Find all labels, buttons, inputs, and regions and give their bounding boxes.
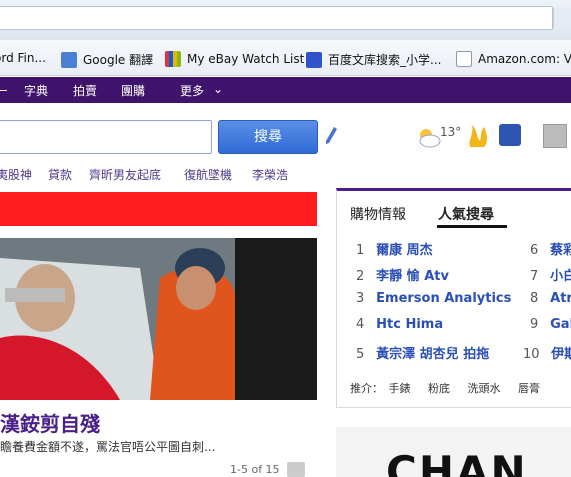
bookmark-google-translate[interactable]: Google 翻譯 xyxy=(61,51,153,68)
trend-link[interactable]: 齊昕男友起底 xyxy=(89,166,161,183)
rank-term: Gal xyxy=(550,317,571,332)
news-summary: 瞻養費金額不遂，罵法官唔公平圖自刺... xyxy=(0,440,216,454)
rank-term: 黃宗澤 胡杏兒 拍拖 xyxy=(376,347,490,362)
rank-item[interactable]: 2 李靜 愉 Atv xyxy=(356,265,449,284)
rank-number: 8 xyxy=(530,291,539,306)
weather-cloud-sun-icon[interactable] xyxy=(417,126,441,148)
rank-number: 6 xyxy=(530,243,539,258)
address-bar[interactable] xyxy=(0,6,553,30)
rank-item[interactable]: 7 小白 xyxy=(530,265,571,284)
news-photo[interactable] xyxy=(0,238,317,400)
rank-term: 伊斯 xyxy=(551,347,571,362)
google-translate-icon xyxy=(61,51,77,68)
trend-link[interactable]: 貸款 xyxy=(48,166,72,183)
bookmark-label: 百度文库搜索_小学... xyxy=(328,53,442,67)
amazon-icon xyxy=(456,51,472,67)
chevron-down-icon[interactable]: ⌄ xyxy=(213,82,223,96)
search-input[interactable] xyxy=(0,120,212,154)
news-headline[interactable]: 漢銨剪自殘 xyxy=(0,408,100,437)
nav-item-dictionary[interactable]: 字典 xyxy=(24,82,48,99)
rank-item[interactable]: 10 伊斯 xyxy=(523,343,571,362)
nav-item-more[interactable]: 更多 xyxy=(180,82,204,99)
bookmarks-bar: ord Fin... Google 翻譯 My eBay Watch List … xyxy=(0,40,571,76)
bookmark-item[interactable]: ord Fin... xyxy=(0,51,46,65)
bookmark-amazon[interactable]: Amazon.com: Vk xyxy=(456,51,571,67)
rank-number: 9 xyxy=(530,317,539,332)
rank-term: 小白 xyxy=(550,269,571,284)
rank-number: 7 xyxy=(530,269,539,284)
bookmark-label: My eBay Watch List xyxy=(187,52,305,66)
advertisement[interactable]: CHAN xyxy=(336,427,571,477)
search-button[interactable]: 搜尋 xyxy=(218,120,318,154)
temperature: 13° xyxy=(440,125,462,139)
rank-term: Emerson Analytics xyxy=(376,291,512,306)
rank-number: 5 xyxy=(356,347,365,362)
avatar[interactable] xyxy=(543,124,567,148)
rank-number: 4 xyxy=(356,317,365,332)
bookmark-label: Google 翻譯 xyxy=(83,53,154,67)
recommend-link[interactable]: 洗頭水 xyxy=(468,382,501,395)
tab-shopping[interactable]: 購物情報 xyxy=(350,204,406,224)
pencil-icon[interactable] xyxy=(324,126,338,146)
trend-link[interactable]: 夷股神 xyxy=(0,166,32,183)
bookmark-label: ord Fin... xyxy=(0,51,46,65)
ad-text: CHAN xyxy=(386,447,528,477)
rank-item[interactable]: 4 Htc Hima xyxy=(356,317,443,332)
red-banner[interactable] xyxy=(0,192,317,226)
rank-item[interactable]: 6 蔡彩 xyxy=(530,239,571,258)
rank-item[interactable]: 3 Emerson Analytics xyxy=(356,291,511,306)
rank-item[interactable]: 9 Gal xyxy=(530,317,571,332)
baidu-icon xyxy=(306,51,322,68)
rank-term: Htc Hima xyxy=(376,317,444,332)
recommend-link[interactable]: 唇膏 xyxy=(518,382,540,395)
address-bar-end xyxy=(553,8,571,28)
rank-item[interactable]: 1 爾康 周杰 xyxy=(356,239,433,258)
bookmark-baidu[interactable]: 百度文库搜索_小学... xyxy=(306,51,441,68)
trend-link[interactable]: 李榮浩 xyxy=(252,166,288,183)
tab-popular-search[interactable]: 人氣搜尋 xyxy=(438,204,494,224)
rank-term: 爾康 周杰 xyxy=(376,243,433,258)
rank-item[interactable]: 5 黃宗澤 胡杏兒 拍拖 xyxy=(356,343,489,362)
nav-item-auction[interactable]: 拍賣 xyxy=(73,82,97,99)
pause-button[interactable] xyxy=(287,462,305,477)
nav-item-groupbuy[interactable]: 團購 xyxy=(121,82,145,99)
news-photo-image xyxy=(0,238,317,400)
rank-item[interactable]: 8 Atr 7 xyxy=(530,291,571,306)
flame-icon[interactable] xyxy=(466,123,490,149)
rank-number: 3 xyxy=(356,291,365,306)
ebay-icon xyxy=(165,51,181,67)
rank-term: 蔡彩 xyxy=(550,243,571,258)
trend-link[interactable]: 復航墜機 xyxy=(184,166,232,183)
rank-number: 1 xyxy=(356,243,365,258)
recommend-links: 推介： 手錶 粉底 洗頭水 唇膏 xyxy=(350,380,554,396)
top-nav: ー 字典 拍賣 團購 更多 ⌄ xyxy=(0,77,571,103)
recommend-label: 推介： xyxy=(350,382,383,395)
rank-term: 李靜 愉 Atv xyxy=(376,269,449,284)
rank-term: Atr 7 xyxy=(550,291,571,306)
weather-warning-icon[interactable] xyxy=(499,124,521,146)
active-tab-indicator xyxy=(437,225,507,228)
nav-item-partial[interactable]: ー xyxy=(0,82,8,99)
bookmark-label: Amazon.com: Vk xyxy=(478,52,571,66)
recommend-link[interactable]: 粉底 xyxy=(428,382,450,395)
browser-toolbar xyxy=(0,0,571,40)
rank-number: 10 xyxy=(523,347,540,362)
bookmark-ebay[interactable]: My eBay Watch List xyxy=(165,51,304,67)
pager-count: 1-5 of 15 xyxy=(230,463,280,476)
recommend-link[interactable]: 手錶 xyxy=(389,382,411,395)
rank-number: 2 xyxy=(356,269,365,284)
